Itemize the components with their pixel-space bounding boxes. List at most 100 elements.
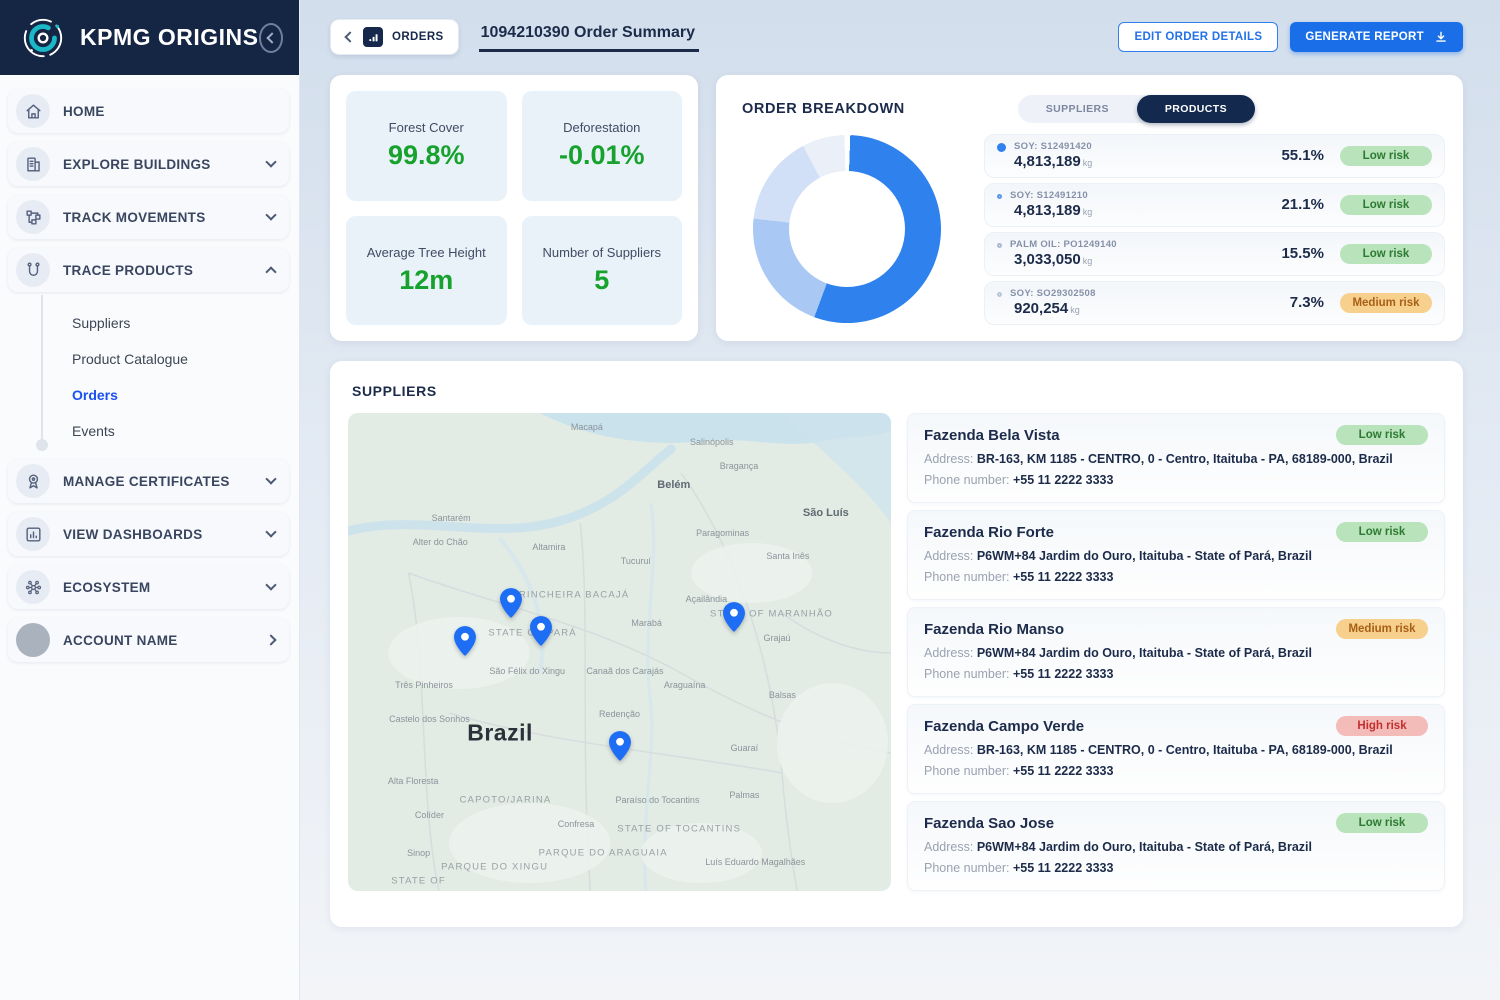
- chevron-down-icon: [265, 209, 276, 220]
- stat-deforestation: Deforestation -0.01%: [522, 91, 683, 201]
- generate-report-label: GENERATE REPORT: [1305, 31, 1424, 43]
- stat-label: Number of Suppliers: [543, 245, 662, 260]
- toggle-products[interactable]: PRODUCTS: [1137, 95, 1255, 123]
- stat-forest-cover: Forest Cover 99.8%: [346, 91, 507, 201]
- stat-value: -0.01%: [559, 140, 645, 171]
- product-weight: 920,254kg: [1014, 300, 1096, 317]
- suppliers-map[interactable]: MacapáSalinópolisBragançaBelémSão LuísSa…: [348, 413, 891, 891]
- orders-chart-icon: [363, 27, 383, 47]
- sidebar-item-label: MANAGE CERTIFICATES: [63, 474, 267, 489]
- sidebar-nav: HOME EXPLORE BUILDINGS TRACK MOVEMENTS T…: [0, 75, 299, 671]
- map-place-label: Santa Inês: [766, 551, 809, 561]
- stat-number-of-suppliers: Number of Suppliers 5: [522, 216, 683, 326]
- map-place-label: Paragominas: [696, 528, 749, 538]
- product-code: PALM OIL: PO1249140: [1010, 239, 1117, 250]
- orders-back-button[interactable]: ORDERS: [330, 19, 459, 55]
- series-color-dot: [997, 292, 1002, 297]
- sidebar-item-label: EXPLORE BUILDINGS: [63, 157, 267, 172]
- sidebar-item-explore-buildings[interactable]: EXPLORE BUILDINGS: [8, 142, 289, 186]
- map-place-label: PARQUE DO XINGU: [441, 862, 548, 873]
- chevron-down-icon: [265, 156, 276, 167]
- map-pin[interactable]: [497, 587, 525, 619]
- series-color-dot: [997, 243, 1002, 248]
- product-percent: 7.3%: [1290, 294, 1324, 311]
- map-pin[interactable]: [720, 601, 748, 633]
- sidebar-item-manage-certificates[interactable]: MANAGE CERTIFICATES: [8, 459, 289, 503]
- map-place-label: STATE OF TOCANTINS: [617, 823, 741, 834]
- map-place-label: Salinópolis: [690, 437, 734, 447]
- risk-badge: High risk: [1336, 716, 1428, 736]
- product-code: SOY: S12491210: [1010, 190, 1088, 201]
- map-pin[interactable]: [527, 615, 555, 647]
- product-row[interactable]: SOY: S12491420 4,813,189kg 55.1% Low ris…: [984, 134, 1445, 178]
- topbar: ORDERS 1094210390 Order Summary EDIT ORD…: [330, 16, 1463, 58]
- ecosystem-icon: [16, 570, 50, 604]
- supplier-card[interactable]: Fazenda Campo Verde High risk Address: B…: [907, 704, 1445, 794]
- submenu-connector-dot: [36, 439, 48, 451]
- orders-back-label: ORDERS: [392, 31, 444, 43]
- sidebar-item-view-dashboards[interactable]: VIEW DASHBOARDS: [8, 512, 289, 556]
- map-place-label: Alter do Chão: [413, 537, 468, 547]
- map-place-label: Confresa: [558, 819, 595, 829]
- stat-label: Average Tree Height: [367, 245, 486, 260]
- supplier-card[interactable]: Fazenda Bela Vista Low risk Address: BR-…: [907, 413, 1445, 503]
- stat-label: Forest Cover: [389, 120, 464, 135]
- stat-average-tree-height: Average Tree Height 12m: [346, 216, 507, 326]
- supplier-card[interactable]: Fazenda Rio Manso Medium risk Address: P…: [907, 607, 1445, 697]
- map-pin[interactable]: [606, 730, 634, 762]
- sidebar-subitem-product-catalogue[interactable]: Product Catalogue: [8, 341, 289, 377]
- series-color-dot: [997, 143, 1006, 152]
- toggle-suppliers[interactable]: SUPPLIERS: [1018, 95, 1137, 123]
- sidebar-subitem-orders[interactable]: Orders: [8, 377, 289, 413]
- map-place-label: Brazil: [467, 720, 533, 747]
- brand-header: KPMG ORIGINS: [0, 0, 299, 75]
- map-place-label: São Félix do Xingu: [489, 666, 565, 676]
- sidebar-item-account[interactable]: ACCOUNT NAME: [8, 618, 289, 662]
- sidebar-subitem-suppliers[interactable]: Suppliers: [8, 305, 289, 341]
- suppliers-card: SUPPLIERS: [330, 361, 1463, 927]
- sidebar-subitem-events[interactable]: Events: [8, 413, 289, 449]
- sidebar-item-label: VIEW DASHBOARDS: [63, 527, 267, 542]
- supplier-address: Address: BR-163, KM 1185 - CENTRO, 0 - C…: [924, 452, 1428, 466]
- avatar: [16, 623, 50, 657]
- sidebar-item-ecosystem[interactable]: ECOSYSTEM: [8, 565, 289, 609]
- edit-order-details-button[interactable]: EDIT ORDER DETAILS: [1118, 22, 1278, 52]
- sidebar-item-track-movements[interactable]: TRACK MOVEMENTS: [8, 195, 289, 239]
- map-place-label: Sinop: [407, 848, 430, 858]
- map-place-label: Canaã dos Carajás: [586, 666, 663, 676]
- supplier-address: Address: P6WM+84 Jardim do Ouro, Itaitub…: [924, 549, 1428, 563]
- sidebar-item-home[interactable]: HOME: [8, 89, 289, 133]
- chevron-right-icon: [265, 634, 276, 645]
- supplier-card[interactable]: Fazenda Rio Forte Low risk Address: P6WM…: [907, 510, 1445, 600]
- product-breakdown-list: SOY: S12491420 4,813,189kg 55.1% Low ris…: [984, 131, 1445, 327]
- sidebar-item-trace-products[interactable]: TRACE PRODUCTS: [8, 248, 289, 292]
- risk-badge: Low risk: [1336, 813, 1428, 833]
- supplier-phone: Phone number: +55 11 2222 3333: [924, 667, 1428, 681]
- chevron-down-icon: [265, 526, 276, 537]
- sidebar-item-label: ACCOUNT NAME: [63, 633, 267, 648]
- product-code: SOY: S12491420: [1014, 141, 1092, 152]
- page-title: 1094210390 Order Summary: [479, 22, 699, 52]
- supplier-phone: Phone number: +55 11 2222 3333: [924, 764, 1428, 778]
- suppliers-list: Fazenda Bela Vista Low risk Address: BR-…: [907, 413, 1445, 891]
- product-row[interactable]: SOY: S12491210 4,813,189kg 21.1% Low ris…: [984, 183, 1445, 227]
- download-icon: [1434, 30, 1448, 44]
- product-code: SOY: SO29302508: [1010, 288, 1096, 299]
- order-breakdown-donut: [753, 135, 941, 323]
- generate-report-button[interactable]: GENERATE REPORT: [1290, 22, 1463, 52]
- map-place-label: Redenção: [599, 709, 640, 719]
- product-row[interactable]: SOY: SO29302508 920,254kg 7.3% Medium ri…: [984, 281, 1445, 325]
- product-row[interactable]: PALM OIL: PO1249140 3,033,050kg 15.5% Lo…: [984, 232, 1445, 276]
- sidebar-collapse-button[interactable]: [259, 23, 283, 53]
- product-weight: 3,033,050kg: [1014, 251, 1117, 268]
- chevron-down-icon: [265, 473, 276, 484]
- supplier-name: Fazenda Rio Manso: [924, 621, 1320, 638]
- sidebar-item-label: HOME: [63, 104, 275, 119]
- map-place-label: Guaraí: [731, 743, 759, 753]
- map-place-label: CAPOTO/JARINA: [459, 795, 551, 806]
- map-place-label: Belém: [657, 479, 690, 491]
- map-pin[interactable]: [451, 625, 479, 657]
- map-place-label: Luís Eduardo Magalhães: [705, 857, 805, 867]
- supplier-card[interactable]: Fazenda Sao Jose Low risk Address: P6WM+…: [907, 801, 1445, 891]
- map-place-label: TRINCHEIRA BACAJÁ: [512, 589, 630, 600]
